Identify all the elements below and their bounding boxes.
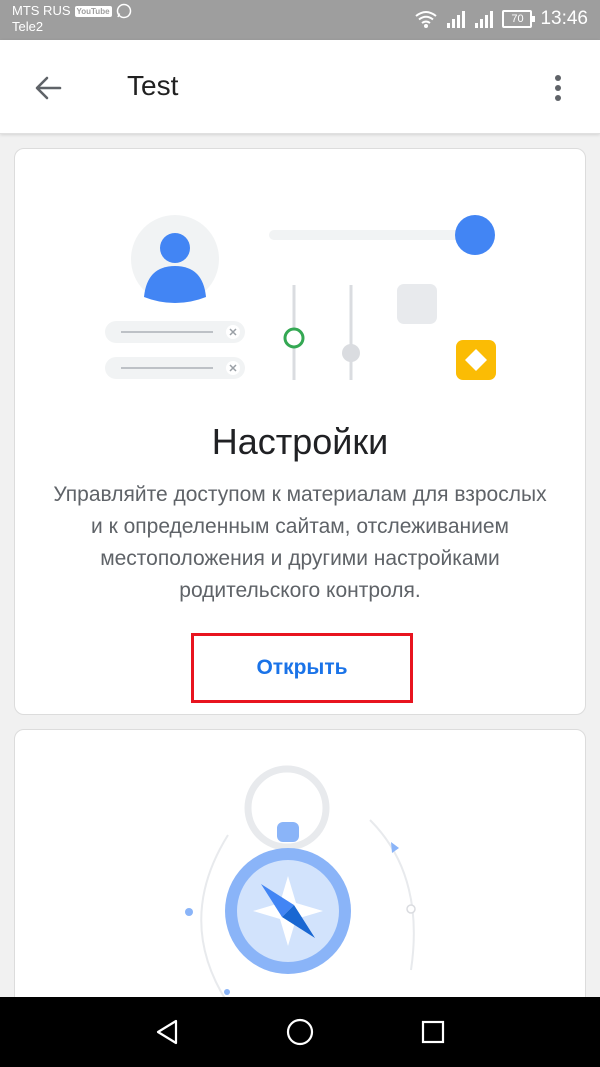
compass-icon [185,765,416,1003]
wifi-icon [415,11,438,28]
settings-illustration [105,215,496,380]
back-button[interactable] [28,68,68,108]
home-circle-icon [286,1018,314,1046]
card-title: Настройки [211,421,389,462]
back-arrow-icon [35,76,62,100]
app-bar: Test [0,40,600,134]
whatsapp-icon [116,3,131,19]
clock: 13:46 [540,8,588,29]
youtube-badge-icon: YouTube [74,5,112,17]
nav-recents-button[interactable] [416,1015,450,1049]
more-vert-icon [555,75,561,101]
signal-icon [447,11,466,28]
recents-square-icon [421,1020,445,1044]
battery-level: 70 [511,13,524,25]
status-icons: 70 13:46 [414,8,588,30]
nav-back-button[interactable] [150,1015,184,1049]
status-bar: MTS RUS YouTube Tele2 70 13:46 [0,0,600,40]
back-triangle-icon [156,1019,178,1045]
location-card [14,729,586,1021]
carrier-secondary: Tele2 [12,19,44,34]
overflow-menu-button[interactable] [538,68,578,108]
carrier-primary: MTS RUS [12,3,71,18]
navigation-bar [0,997,600,1067]
card-description: Управляйте доступом к материалам для взр… [53,483,547,602]
page-title: Test [127,70,179,101]
battery-icon: 70 [502,10,536,28]
nav-home-button[interactable] [283,1015,317,1049]
open-button[interactable]: Открыть [191,633,413,703]
settings-card: Настройки Управляйте доступом к материал… [14,148,586,715]
carrier-info: MTS RUS YouTube Tele2 [12,3,132,35]
signal-icon [475,11,494,28]
